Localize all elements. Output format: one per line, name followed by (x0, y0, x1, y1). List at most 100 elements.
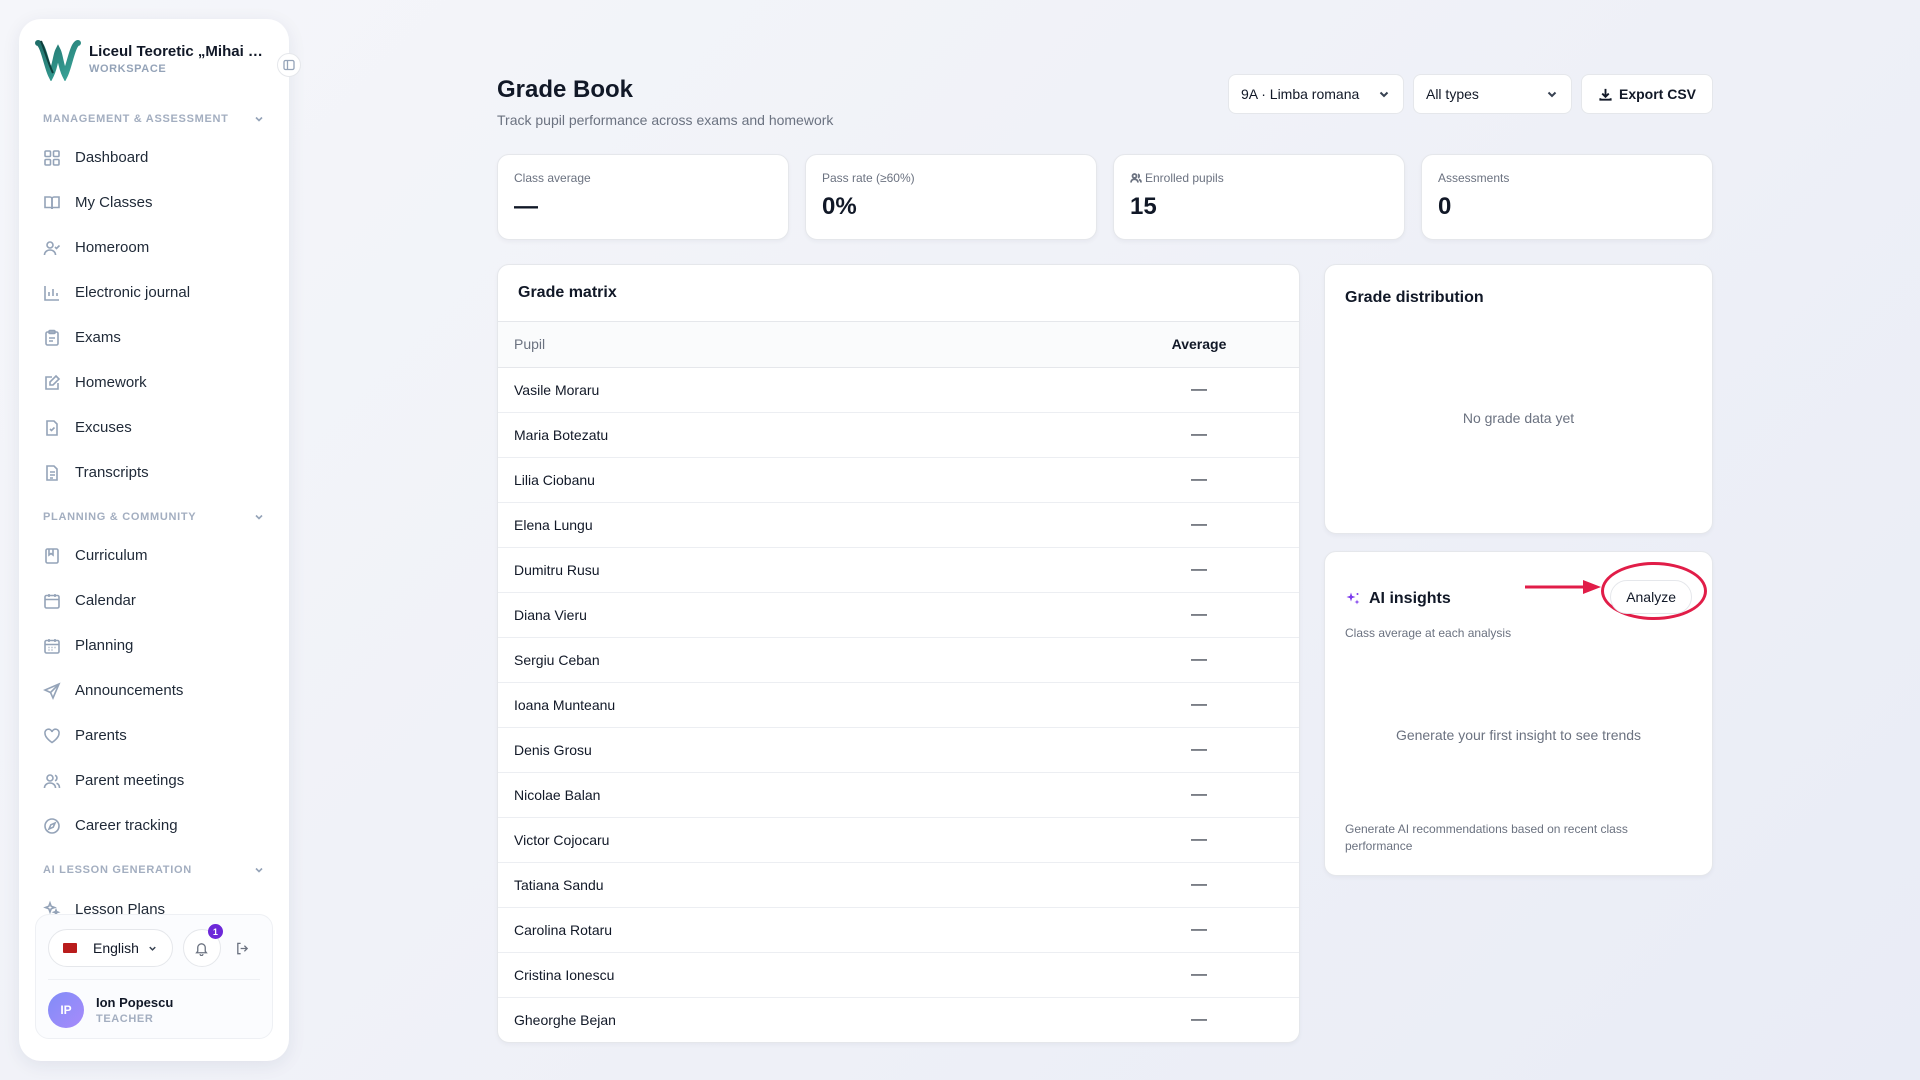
panel-left-icon (283, 59, 295, 71)
sidebar-item-announcements[interactable]: Announcements (31, 668, 277, 713)
sidebar-item-label: Exams (75, 329, 121, 346)
pupil-name: Cristina Ionescu (498, 952, 1099, 998)
section-header-planning[interactable]: PLANNING & COMMUNITY (31, 495, 277, 533)
sidebar-item-parent-meetings[interactable]: Parent meetings (31, 758, 277, 803)
table-row[interactable]: Gheorghe Bejan — (498, 997, 1299, 1042)
sparkles-icon (43, 900, 61, 914)
table-row[interactable]: Dumitru Rusu — (498, 547, 1299, 593)
table-row[interactable]: Vasile Moraru — (498, 367, 1299, 413)
clipboard-icon (43, 329, 61, 347)
pupil-name: Elena Lungu (498, 502, 1099, 548)
column-header-pupil[interactable]: Pupil (498, 322, 1099, 368)
section-header-ai-lesson[interactable]: AI LESSON GENERATION (31, 848, 277, 886)
sidebar-item-excuses[interactable]: Excuses (31, 405, 277, 450)
sidebar-item-electronic-journal[interactable]: Electronic journal (31, 270, 277, 315)
pupil-average: — (1099, 727, 1299, 773)
pupil-name: Diana Vieru (498, 592, 1099, 638)
sidebar-item-label: Parent meetings (75, 772, 185, 789)
type-select[interactable]: All types (1412, 74, 1572, 114)
sidebar-footer: English 1 IP Ion Popescu TEACHER (35, 914, 273, 1039)
pupil-name: Victor Cojocaru (498, 817, 1099, 863)
notifications-button[interactable]: 1 (182, 924, 223, 967)
calendar-days-icon (43, 637, 61, 655)
table-row[interactable]: Lilia Ciobanu — (498, 457, 1299, 503)
pupil-average: — (1099, 952, 1299, 998)
analyze-label: Analyze (1626, 589, 1676, 605)
sidebar-item-transcripts[interactable]: Transcripts (31, 450, 277, 495)
table-row[interactable]: Sergiu Ceban — (498, 637, 1299, 683)
sidebar-item-label: Excuses (75, 419, 132, 436)
table-row[interactable]: Ioana Munteanu — (498, 682, 1299, 728)
table-row[interactable]: Victor Cojocaru — (498, 817, 1299, 863)
sidebar-item-label: Electronic journal (75, 284, 191, 301)
class-select[interactable]: 9A · Limba romana (1227, 74, 1404, 114)
column-header-average[interactable]: Average (1099, 322, 1299, 368)
table-row[interactable]: Diana Vieru — (498, 592, 1299, 638)
section-title: AI LESSON GENERATION (43, 864, 192, 876)
sidebar-item-lesson-plans[interactable]: Lesson Plans (31, 886, 277, 914)
sidebar-item-dashboard[interactable]: Dashboard (31, 135, 277, 180)
table-row[interactable]: Maria Botezatu — (498, 412, 1299, 458)
ai-insights-empty: Generate your first insight to see trend… (1395, 727, 1642, 743)
pupil-name: Lilia Ciobanu (498, 457, 1099, 503)
sidebar-item-exams[interactable]: Exams (31, 315, 277, 360)
table-row[interactable]: Nicolae Balan — (498, 772, 1299, 818)
analyze-button[interactable]: Analyze (1610, 580, 1692, 614)
sidebar-item-homeroom[interactable]: Homeroom (31, 225, 277, 270)
sidebar-item-career-tracking[interactable]: Career tracking (31, 803, 277, 848)
sidebar-item-parents[interactable]: Parents (31, 713, 277, 758)
flag-icon (63, 943, 77, 953)
logout-button[interactable] (231, 936, 255, 960)
sidebar-item-label: Transcripts (75, 464, 149, 481)
annotation-arrow (1525, 580, 1601, 594)
heart-icon (43, 727, 61, 745)
sidebar-item-label: Calendar (75, 592, 136, 609)
school-logo (35, 40, 81, 81)
export-csv-button[interactable]: Export CSV (1580, 74, 1713, 114)
ai-insights-subtitle: Class average at each analysis (1345, 626, 1512, 640)
section-header-management[interactable]: MANAGEMENT & ASSESSMENT (31, 97, 277, 135)
table-row[interactable]: Carolina Rotaru — (498, 907, 1299, 953)
pupil-average: — (1099, 907, 1299, 953)
type-select-value: All types (1425, 86, 1479, 102)
sidebar-item-planning[interactable]: Planning (31, 623, 277, 668)
user-profile[interactable]: IP Ion Popescu TEACHER (48, 979, 260, 1028)
pupil-average: — (1099, 817, 1299, 863)
sidebar-item-label: Announcements (75, 682, 184, 699)
stat-value: 0% (822, 193, 857, 220)
sidebar-item-label: Lesson Plans (75, 901, 166, 914)
pupil-average: — (1099, 367, 1299, 413)
stat-label: Class average (514, 171, 591, 185)
sidebar-item-label: Homework (75, 374, 147, 391)
sidebar-item-label: Planning (75, 637, 134, 654)
pupil-average: — (1099, 502, 1299, 548)
sidebar-item-calendar[interactable]: Calendar (31, 578, 277, 623)
stat-enrolled-pupils: Enrolled pupils 15 (1113, 154, 1405, 240)
stat-label-row: Enrolled pupils (1130, 171, 1388, 185)
stat-value: 0 (1438, 193, 1452, 220)
user-role: TEACHER (96, 1013, 154, 1025)
table-row[interactable]: Elena Lungu — (498, 502, 1299, 548)
pupil-average: — (1099, 592, 1299, 638)
sidebar-collapse-button[interactable] (277, 53, 301, 77)
table-row[interactable]: Tatiana Sandu — (498, 862, 1299, 908)
sidebar-item-curriculum[interactable]: Curriculum (31, 533, 277, 578)
users-icon (43, 772, 61, 790)
sidebar-item-label: My Classes (75, 194, 153, 211)
table-row[interactable]: Cristina Ionescu — (498, 952, 1299, 998)
table-row[interactable]: Denis Grosu — (498, 727, 1299, 773)
sidebar-item-homework[interactable]: Homework (31, 360, 277, 405)
chevron-down-icon (255, 867, 263, 873)
sidebar-nav: MANAGEMENT & ASSESSMENT Dashboard My Cla… (19, 97, 289, 914)
stat-label: Pass rate (≥60%) (822, 171, 915, 185)
sidebar-item-label: Dashboard (75, 149, 149, 166)
language-selector[interactable]: English (48, 929, 173, 967)
sidebar-item-label: Homeroom (75, 239, 150, 256)
stat-assessments: Assessments 0 (1421, 154, 1713, 240)
sidebar-item-my-classes[interactable]: My Classes (31, 180, 277, 225)
sparkles-icon (1346, 592, 1360, 605)
school-name: Liceul Teoretic „Mihai Emi... (89, 43, 271, 60)
pupil-average: — (1099, 862, 1299, 908)
user-check-icon (43, 239, 61, 257)
pupil-average: — (1099, 682, 1299, 728)
